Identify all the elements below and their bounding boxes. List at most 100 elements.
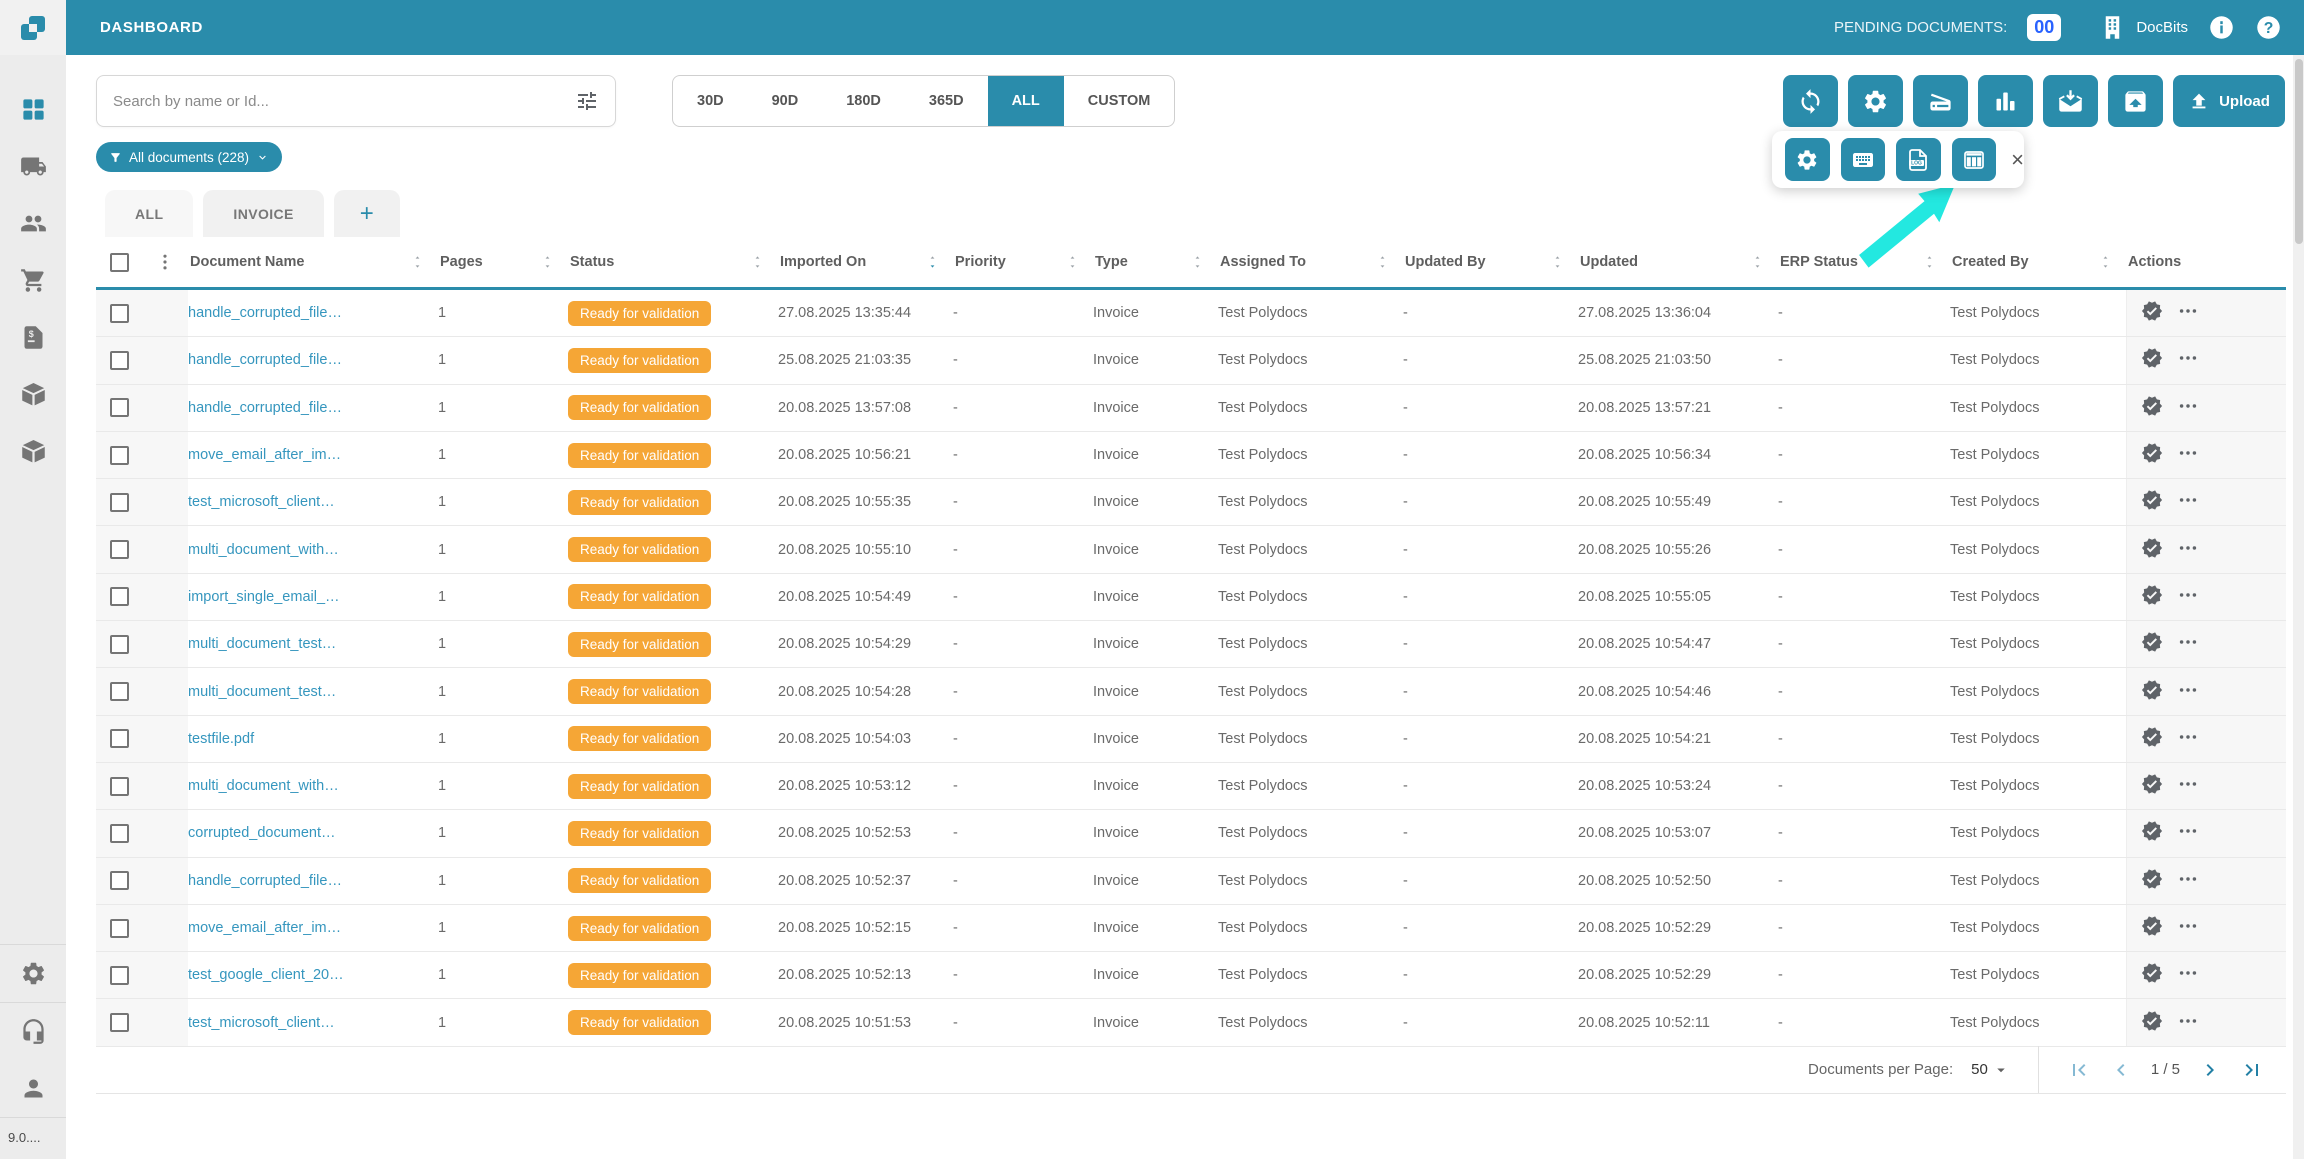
range-365d[interactable]: 365D — [905, 76, 988, 126]
row-checkbox[interactable] — [110, 351, 129, 370]
header-menu-button[interactable] — [142, 252, 188, 272]
range-180d[interactable]: 180D — [822, 76, 905, 126]
organization-switcher[interactable]: DocBits — [2099, 14, 2188, 41]
document-name-link[interactable]: multi_document_test… — [188, 684, 438, 700]
row-checkbox[interactable] — [110, 587, 129, 606]
mail-import-button[interactable] — [2043, 75, 2098, 127]
row-checkbox[interactable] — [110, 540, 129, 559]
help-icon[interactable]: ? — [2255, 14, 2282, 41]
document-name-link[interactable]: import_single_email_… — [188, 589, 438, 605]
sidebar-item-invoices[interactable]: $ — [0, 309, 66, 366]
column-header-type[interactable]: Type — [1093, 237, 1218, 287]
column-header-status[interactable]: Status — [568, 237, 778, 287]
document-name-link[interactable]: test_microsoft_client… — [188, 494, 438, 510]
select-all-checkbox[interactable] — [110, 253, 129, 272]
more-actions-button[interactable] — [2177, 726, 2199, 752]
document-name-link[interactable]: corrupted_document… — [188, 825, 438, 841]
sidebar-item-shipments[interactable] — [0, 138, 66, 195]
row-checkbox[interactable] — [110, 682, 129, 701]
analytics-button[interactable] — [1978, 75, 2033, 127]
column-header-imported-on[interactable]: Imported On — [778, 237, 953, 287]
more-actions-button[interactable] — [2177, 300, 2199, 326]
column-header-priority[interactable]: Priority — [953, 237, 1093, 287]
sidebar-item-dashboard[interactable] — [0, 81, 66, 138]
last-page-button[interactable] — [2240, 1058, 2264, 1082]
first-page-button[interactable] — [2067, 1058, 2091, 1082]
document-name-link[interactable]: multi_document_with… — [188, 778, 438, 794]
document-name-link[interactable]: test_google_client_20… — [188, 967, 438, 983]
next-page-button[interactable] — [2198, 1058, 2222, 1082]
scrollbar-thumb[interactable] — [2295, 59, 2303, 244]
row-checkbox[interactable] — [110, 824, 129, 843]
column-header-updated[interactable]: Updated — [1578, 237, 1778, 287]
column-header-assigned-to[interactable]: Assigned To — [1218, 237, 1403, 287]
row-checkbox[interactable] — [110, 729, 129, 748]
row-checkbox[interactable] — [110, 635, 129, 654]
range-all[interactable]: ALL — [988, 76, 1064, 126]
document-name-link[interactable]: handle_corrupted_file… — [188, 400, 438, 416]
prev-page-button[interactable] — [2109, 1058, 2133, 1082]
scanner-button[interactable] — [1913, 75, 1968, 127]
sidebar-item-profile[interactable] — [0, 1060, 66, 1117]
upload-button[interactable]: Upload — [2173, 75, 2285, 127]
row-checkbox[interactable] — [110, 1013, 129, 1032]
column-header-updated-by[interactable]: Updated By — [1403, 237, 1578, 287]
row-checkbox[interactable] — [110, 966, 129, 985]
popup-table-columns-button[interactable] — [1952, 138, 1997, 181]
more-actions-button[interactable] — [2177, 584, 2199, 610]
popup-keyboard-button[interactable] — [1841, 138, 1886, 181]
sidebar-item-settings[interactable] — [0, 945, 66, 1002]
document-name-link[interactable]: multi_document_with… — [188, 542, 438, 558]
column-header-pages[interactable]: Pages — [438, 237, 568, 287]
column-header-document-name[interactable]: Document Name — [188, 237, 438, 287]
sidebar-item-contacts[interactable] — [0, 195, 66, 252]
more-actions-button[interactable] — [2177, 1010, 2199, 1036]
document-name-link[interactable]: handle_corrupted_file… — [188, 305, 438, 321]
documents-filter-pill[interactable]: All documents (228) — [96, 142, 282, 172]
document-name-link[interactable]: multi_document_test… — [188, 636, 438, 652]
document-name-link[interactable]: handle_corrupted_file… — [188, 873, 438, 889]
more-actions-button[interactable] — [2177, 489, 2199, 515]
range-90d[interactable]: 90D — [748, 76, 823, 126]
more-actions-button[interactable] — [2177, 915, 2199, 941]
sidebar-item-packages[interactable] — [0, 366, 66, 423]
info-icon[interactable] — [2208, 14, 2235, 41]
more-actions-button[interactable] — [2177, 679, 2199, 705]
popup-log-button[interactable]: LOG — [1896, 138, 1941, 181]
row-checkbox[interactable] — [110, 493, 129, 512]
app-logo[interactable] — [0, 0, 66, 55]
more-actions-button[interactable] — [2177, 773, 2199, 799]
search-input[interactable] — [113, 93, 575, 110]
tune-icon[interactable] — [575, 89, 599, 113]
row-checkbox[interactable] — [110, 919, 129, 938]
row-checkbox[interactable] — [110, 871, 129, 890]
document-name-link[interactable]: testfile.pdf — [188, 731, 438, 747]
column-header-created-by[interactable]: Created By — [1950, 237, 2126, 287]
more-actions-button[interactable] — [2177, 631, 2199, 657]
range-custom[interactable]: CUSTOM — [1064, 76, 1175, 126]
per-page-select[interactable]: 50 — [1971, 1061, 2010, 1079]
document-name-link[interactable]: move_email_after_im… — [188, 447, 438, 463]
popup-close-button[interactable]: × — [2011, 149, 2024, 171]
sidebar-item-purchase-orders[interactable] — [0, 252, 66, 309]
export-tray-button[interactable] — [2108, 75, 2163, 127]
row-checkbox[interactable] — [110, 446, 129, 465]
sidebar-item-support[interactable] — [0, 1003, 66, 1060]
more-actions-button[interactable] — [2177, 537, 2199, 563]
more-actions-button[interactable] — [2177, 347, 2199, 373]
more-actions-button[interactable] — [2177, 442, 2199, 468]
range-30d[interactable]: 30D — [673, 76, 748, 126]
row-checkbox[interactable] — [110, 777, 129, 796]
sync-button[interactable] — [1783, 75, 1838, 127]
row-checkbox[interactable] — [110, 398, 129, 417]
tab-invoice[interactable]: INVOICE — [203, 190, 323, 237]
settings-button[interactable] — [1848, 75, 1903, 127]
more-actions-button[interactable] — [2177, 962, 2199, 988]
popup-settings-button[interactable] — [1785, 138, 1830, 181]
document-name-link[interactable]: test_microsoft_client… — [188, 1015, 438, 1031]
more-actions-button[interactable] — [2177, 820, 2199, 846]
more-actions-button[interactable] — [2177, 868, 2199, 894]
tab-all[interactable]: ALL — [105, 190, 193, 237]
row-checkbox[interactable] — [110, 304, 129, 323]
document-name-link[interactable]: handle_corrupted_file… — [188, 352, 438, 368]
